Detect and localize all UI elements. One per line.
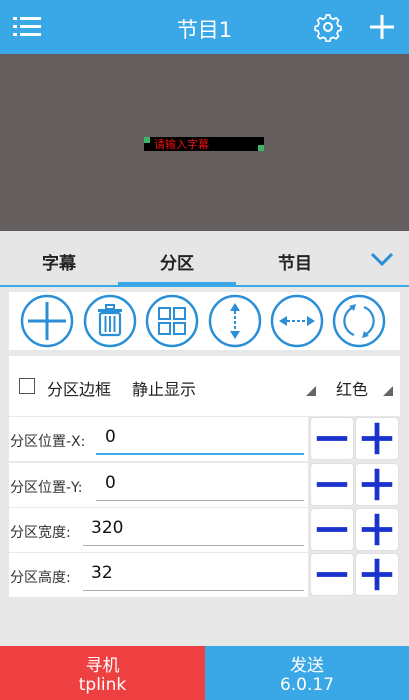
color-dropdown-icon[interactable]	[383, 386, 393, 396]
field-label-height: 分区高度:	[10, 570, 71, 586]
resize-handle-bottom-right[interactable]	[258, 145, 264, 151]
page-title: 节目1	[176, 18, 233, 42]
plus-button-x[interactable]	[355, 417, 399, 460]
tab-program[interactable]: 节目	[236, 249, 354, 274]
resize-handle-top-left[interactable]	[144, 137, 150, 143]
device-name: tplink	[78, 675, 127, 695]
add-area-icon[interactable]	[20, 294, 74, 348]
rotate-icon[interactable]	[332, 294, 386, 348]
display-mode-dropdown-icon[interactable]	[306, 386, 316, 396]
field-input-height[interactable]: 32	[91, 563, 113, 583]
field-row-x: 分区位置-X: 0	[9, 417, 400, 461]
border-checkbox[interactable]	[19, 378, 35, 394]
tab-area[interactable]: 分区	[118, 249, 236, 274]
tab-divider	[0, 285, 409, 287]
chevron-down-icon[interactable]	[369, 249, 395, 269]
field-underline-height	[83, 590, 304, 591]
led-preview[interactable]: 请输入字幕	[0, 54, 409, 231]
field-input-x[interactable]: 0	[105, 427, 116, 447]
send-label: 发送	[290, 656, 324, 676]
vertical-fit-icon[interactable]	[208, 294, 262, 348]
minus-button-x[interactable]	[310, 417, 354, 460]
area-toolbar	[9, 292, 400, 350]
field-label-width: 分区宽度:	[10, 525, 71, 541]
tab-bar: 字幕 分区 节目	[0, 231, 409, 287]
plus-button-y[interactable]	[355, 463, 399, 506]
horizontal-fit-icon[interactable]	[270, 294, 324, 348]
send-button[interactable]: 发送 6.0.17	[205, 646, 409, 700]
field-row-height: 分区高度: 32	[9, 553, 400, 597]
field-label-y: 分区位置-Y:	[10, 480, 83, 496]
led-caption-text: 请输入字幕	[154, 138, 209, 151]
field-row-y: 分区位置-Y: 0	[9, 463, 400, 507]
plus-button-width[interactable]	[355, 508, 399, 551]
field-input-width[interactable]: 320	[91, 518, 123, 538]
field-label-x: 分区位置-X:	[10, 434, 86, 450]
field-row-width: 分区宽度: 320	[9, 508, 400, 552]
search-device-label: 寻机	[85, 656, 120, 676]
field-input-y[interactable]: 0	[105, 473, 116, 493]
add-program-icon[interactable]	[367, 12, 397, 42]
field-underline-y	[96, 500, 304, 501]
minus-button-y[interactable]	[310, 463, 354, 506]
gear-icon[interactable]	[313, 12, 343, 42]
top-bar: 节目1	[0, 0, 409, 54]
display-mode-select[interactable]: 静止显示	[132, 376, 196, 400]
tab-subtitle[interactable]: 字幕	[0, 249, 118, 274]
led-caption-area[interactable]: 请输入字幕	[144, 137, 264, 151]
delete-icon[interactable]	[83, 294, 137, 348]
border-label: 分区边框	[47, 380, 112, 399]
area-options: 分区边框 静止显示 红色	[9, 356, 400, 416]
bottom-bar: 寻机 tplink 发送 6.0.17	[0, 646, 409, 700]
color-select[interactable]: 红色	[336, 376, 368, 400]
minus-button-height[interactable]	[310, 553, 354, 596]
search-device-button[interactable]: 寻机 tplink	[0, 646, 205, 700]
grid-icon[interactable]	[145, 294, 199, 348]
version-label: 6.0.17	[279, 675, 335, 695]
field-underline-width	[83, 545, 304, 546]
plus-button-height[interactable]	[355, 553, 399, 596]
minus-button-width[interactable]	[310, 508, 354, 551]
field-underline-x	[96, 453, 304, 455]
